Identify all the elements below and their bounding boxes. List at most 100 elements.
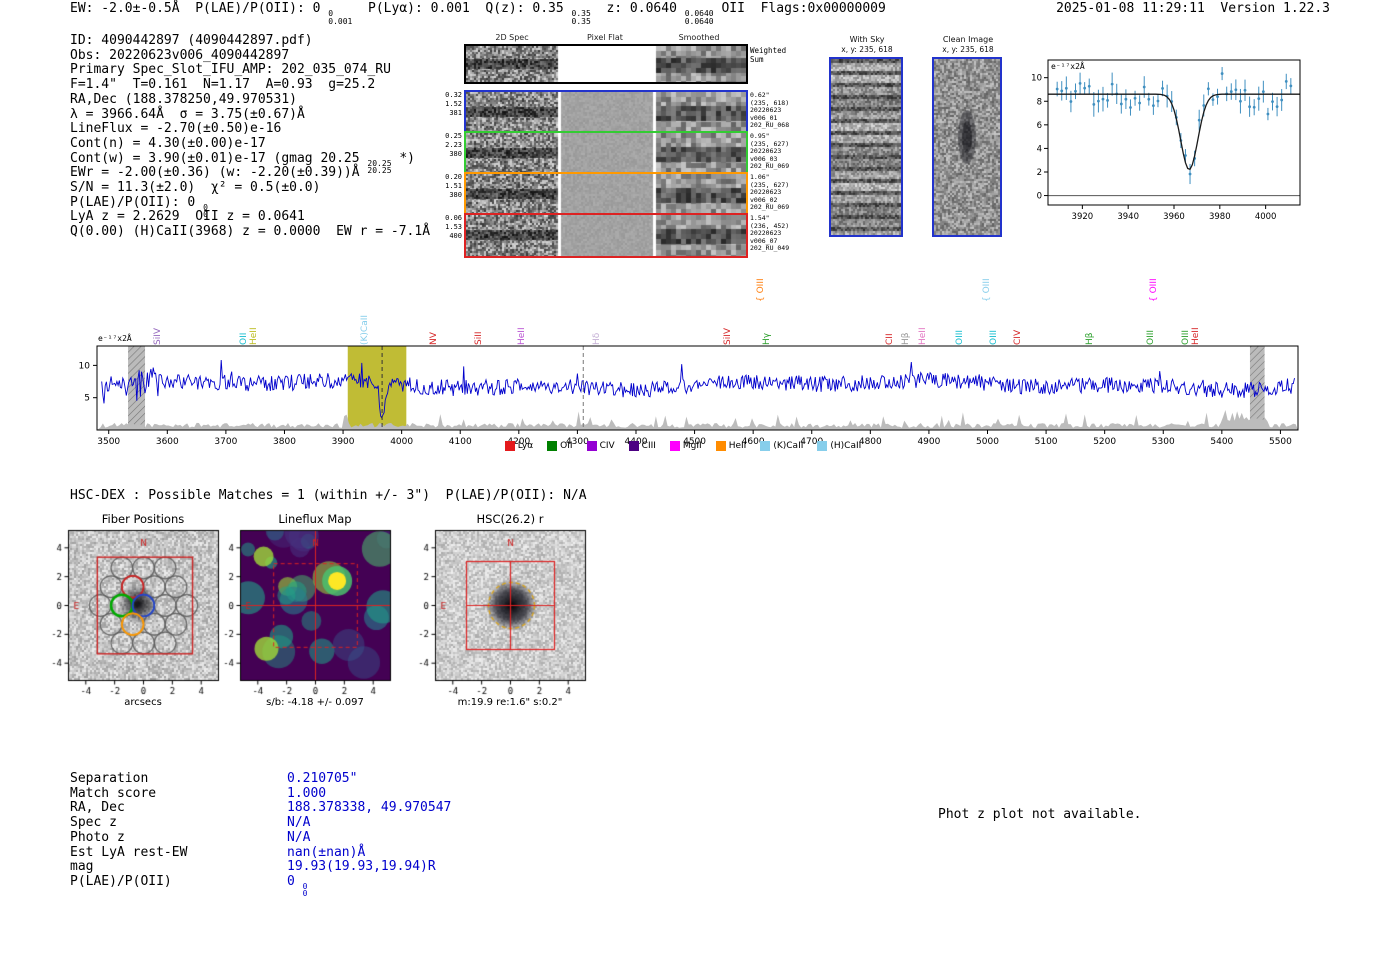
- legend-swatch: [715, 441, 726, 451]
- match-row-value: 19.93(19.93,19.94)R: [287, 859, 436, 875]
- sub-value: 0.0640: [684, 16, 714, 26]
- z-stack: 0.0640 0.0640: [685, 10, 714, 25]
- info-radec: RA,Dec (188.378250,49.970531): [70, 91, 297, 107]
- spec2d-row-annotations: 0.95" (235, 627) 20220623 v006_03 202_RU…: [750, 132, 790, 171]
- spec2d-row-left-labels: 0.20 1.51 380: [445, 173, 462, 199]
- legend-item: MgII: [669, 441, 702, 451]
- qz-stack: 0.35 0.35: [572, 10, 591, 25]
- svg-text:8: 8: [1037, 97, 1042, 107]
- hsc-dex-header: HSC-DEX : Possible Matches = 1 (within +…: [70, 488, 587, 503]
- match-row-label: Photo z: [70, 829, 125, 845]
- info-cont-w-text: Cont(w) = 3.90(±0.01)e-17 (gmag 20.25: [70, 150, 368, 166]
- svg-text:e⁻¹⁷x2Å: e⁻¹⁷x2Å: [98, 332, 132, 343]
- clean-image-title: Clean Image: [942, 35, 994, 44]
- svg-text:0: 0: [1037, 192, 1042, 202]
- spec2d-row-annotations: 1.06" (235, 627) 20220623 v006_02 202_RU…: [750, 173, 790, 212]
- legend-swatch: [760, 441, 771, 451]
- match-row-value: 0.210705": [287, 771, 358, 786]
- spec2d-row-left-labels: 0.06 1.53 400: [445, 214, 462, 240]
- fiber-positions-canvas: [24, 526, 224, 700]
- spec2d-row-left-labels: 0.25 2.23 380: [445, 132, 462, 158]
- match-row-value: 0 00: [287, 873, 308, 899]
- legend-swatch: [504, 441, 515, 451]
- spec2d-row-left-labels: 0.32 1.52 381: [445, 91, 462, 117]
- match-row-label: Est LyA rest-EW: [70, 844, 188, 860]
- svg-text:3940: 3940: [1117, 212, 1139, 222]
- with-sky-image: [831, 59, 901, 235]
- header-flags-text: OII Flags:0x00000009: [713, 1, 886, 16]
- legend-item: CIV: [586, 441, 615, 451]
- sub-value: 0.35: [571, 16, 591, 26]
- svg-text:4: 4: [1037, 144, 1042, 154]
- legend-swatch: [817, 441, 828, 451]
- with-sky-title: With Sky: [849, 35, 885, 44]
- spec2d-row-4: [464, 213, 748, 258]
- hsc-cutout-title: HSC(26.2) r: [476, 512, 544, 526]
- legend-label: (H)CaII: [830, 441, 862, 451]
- spectral-line-label: { OIII: [756, 278, 766, 302]
- spec2d-col-title-pixelflat: Pixel Flat: [587, 33, 623, 42]
- match-row-value: nan(±nan)Å: [287, 844, 366, 860]
- sub-value: 20.25: [367, 166, 392, 176]
- legend-label: HeII: [728, 441, 747, 451]
- legend-item: (K)CaII: [760, 441, 803, 451]
- legend-label: MgII: [682, 441, 702, 451]
- legend-label: CIII: [641, 441, 656, 451]
- match-row-label: RA, Dec: [70, 800, 125, 816]
- spec2d-row-image: [466, 215, 746, 256]
- info-primary-spec: Primary Spec_Slot_IFU_AMP: 202_035_074_R…: [70, 62, 391, 78]
- spec2d-row-annotations: 0.62" (235, 618) 20220623 v006_01 202_RU…: [750, 91, 790, 130]
- info-sn-chi2: S/N = 11.3(±2.0) χ² = 0.5(±0.0): [70, 180, 321, 195]
- info-plae-text: P(LAE)/P(OII): 0: [70, 194, 204, 210]
- legend-label: (K)CaII: [773, 441, 804, 451]
- header-z-text: z: 0.0640: [590, 1, 685, 16]
- info-lambda: λ = 3966.64Å σ = 3.75(±0.67)Å: [70, 106, 305, 122]
- legend-label: CIV: [599, 441, 615, 451]
- spec2d-row-annotations: Weighted Sum: [750, 46, 787, 64]
- info-obs: Obs: 20220623v006_4090442897: [70, 47, 290, 63]
- match-row-value: 188.378338, 49.970547: [287, 800, 452, 816]
- legend-label: Lyα: [517, 441, 534, 451]
- clean-image-coords: x, y: 235, 618: [942, 45, 994, 54]
- svg-text:10: 10: [79, 361, 91, 371]
- header-plya-text: P(Lyα): 0.001 Q(z): 0.35: [352, 1, 572, 16]
- svg-text:4000: 4000: [1255, 212, 1277, 222]
- svg-text:10: 10: [1031, 74, 1042, 84]
- match-row-label: Match score: [70, 785, 157, 801]
- svg-text:3960: 3960: [1163, 212, 1185, 222]
- lineflux-map-xlabel: s/b: -4.18 +/- 0.097: [266, 697, 364, 708]
- spec2d-col-title-2dspec: 2D Spec: [495, 33, 529, 42]
- legend-item: (H)CaII: [817, 441, 861, 451]
- gmag-stack: 20.25 20.25: [367, 159, 392, 176]
- plae-stack: 00: [302, 881, 308, 899]
- with-sky-frame: [829, 57, 903, 237]
- match-row-label: Separation: [70, 771, 149, 786]
- match-row-label: Spec z: [70, 815, 117, 831]
- svg-text:2: 2: [1037, 168, 1042, 178]
- spec2d-row-0: [464, 44, 748, 84]
- header-summary: EW: -2.0±-0.5Å P(LAE)/P(OII): 0 0 0.001 P…: [70, 1, 886, 25]
- header-datetime-version: 2025-01-08 11:29:11 Version 1.22.3: [1056, 1, 1330, 16]
- info-id: ID: 4090442897 (4090442897.pdf): [70, 33, 313, 48]
- spec2d-row-image: [466, 46, 746, 82]
- hsc-cutout-canvas: [391, 526, 591, 700]
- fiber-positions-title: Fiber Positions: [101, 512, 185, 526]
- info-qz-line: Q(0.00) (H)CaII(3968) z = 0.0000 EW r = …: [70, 224, 431, 240]
- match-row-label: P(LAE)/P(OII): [70, 873, 172, 889]
- lineflux-map-canvas: [196, 526, 396, 700]
- svg-text:3920: 3920: [1072, 212, 1094, 222]
- spec2d-row-3: [464, 172, 748, 217]
- spec2d-row-annotations: 1.54" (236, 452) 20220623 v006_07 202_RU…: [750, 214, 790, 253]
- info-ewr: EWr = -2.00(±0.36) (w: -2.20(±0.39))Å: [70, 165, 360, 181]
- spec2d-row-1: [464, 90, 748, 135]
- match-row-label: mag: [70, 859, 94, 875]
- svg-text:3980: 3980: [1209, 212, 1231, 222]
- match-row-value: N/A: [287, 815, 311, 831]
- clean-image: [934, 59, 1000, 235]
- spectral-line-label: { OIII: [981, 278, 992, 302]
- legend-swatch: [669, 441, 680, 451]
- spec2d-row-image: [466, 133, 746, 174]
- svg-text:e⁻¹⁷x2Å: e⁻¹⁷x2Å: [1051, 60, 1085, 71]
- with-sky-coords: x, y: 235, 618: [841, 45, 893, 54]
- info-seeing: F=1.4" T=0.161 N=1.17 A=0.93 g=25.2: [70, 77, 376, 93]
